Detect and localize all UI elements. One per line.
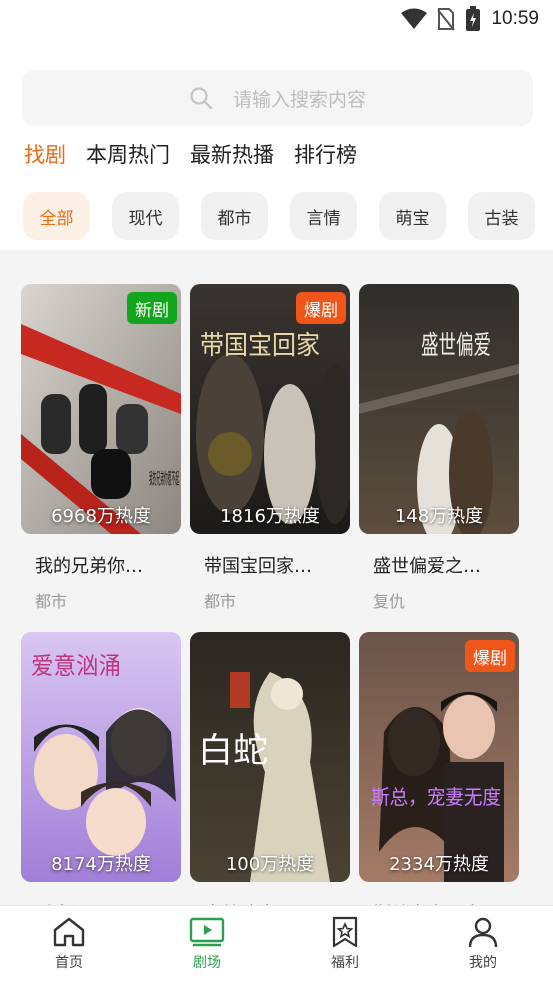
header: 10:59 请输入搜索内容 找剧 本周热门 最新热播 排行榜 全部 现代 都市 … bbox=[0, 0, 553, 250]
drama-poster[interactable]: 白蛇 100万热度 bbox=[190, 632, 350, 882]
drama-poster[interactable]: 爱意汹涌 8174万热度 bbox=[21, 632, 181, 882]
poster-title-text: 带国宝回家 bbox=[200, 331, 320, 361]
poster-title-text: 白蛇 bbox=[198, 731, 268, 771]
heat-count: 148万热度 bbox=[394, 506, 484, 527]
drama-card[interactable]: 斯总，宠妻无度 爆剧 2334万热度 斯总宠妻无度 bbox=[359, 632, 519, 926]
category-urban[interactable]: 都市 bbox=[201, 192, 268, 240]
category-modern[interactable]: 现代 bbox=[112, 192, 179, 240]
poster-title-text: 斯总，宠妻无度 bbox=[371, 785, 501, 809]
search-input[interactable]: 请输入搜索内容 bbox=[22, 70, 533, 126]
tab-weekly-hot[interactable]: 本周热门 bbox=[86, 140, 170, 170]
status-time: 10:59 bbox=[491, 8, 539, 29]
drama-poster[interactable]: 带国宝回家 爆剧 1816万热度 bbox=[190, 284, 350, 534]
heat-count: 100万热度 bbox=[225, 854, 315, 875]
category-romance[interactable]: 言情 bbox=[290, 192, 357, 240]
drama-genre: 都市 bbox=[204, 592, 237, 611]
category-all[interactable]: 全部 bbox=[23, 192, 90, 240]
nav-label: 剧场 bbox=[193, 955, 221, 971]
hot-badge: 爆剧 bbox=[296, 292, 346, 324]
home-icon bbox=[53, 917, 85, 947]
drama-card[interactable]: 带国宝回家 爆剧 1816万热度 带国宝回家… 都市 bbox=[190, 284, 350, 612]
nav-profile[interactable]: 我的 bbox=[414, 906, 552, 983]
poster-image: 白蛇 bbox=[190, 632, 350, 882]
nav-label: 首页 bbox=[55, 955, 83, 971]
tab-ranking[interactable]: 排行榜 bbox=[294, 140, 357, 170]
nav-home[interactable]: 首页 bbox=[0, 906, 138, 983]
tv-play-icon bbox=[189, 917, 225, 947]
nav-theater[interactable]: 剧场 bbox=[138, 906, 276, 983]
poster-title-text: 盛世偏爱 bbox=[421, 331, 491, 361]
drama-title[interactable]: 我的兄弟你… bbox=[35, 552, 181, 578]
heat-count: 6968万热度 bbox=[51, 506, 151, 527]
drama-poster[interactable]: 斯总，宠妻无度 爆剧 2334万热度 bbox=[359, 632, 519, 882]
nav-benefits[interactable]: 福利 bbox=[276, 906, 414, 983]
drama-poster[interactable]: 盛世偏爱 148万热度 bbox=[359, 284, 519, 534]
drama-genre: 都市 bbox=[35, 592, 68, 611]
new-badge: 新剧 bbox=[127, 292, 177, 324]
tab-latest-hot[interactable]: 最新热播 bbox=[190, 140, 274, 170]
nav-label: 福利 bbox=[331, 955, 359, 971]
tab-find-drama[interactable]: 找剧 bbox=[24, 140, 66, 170]
poster-title-text: 我的兄弟你惹不起 bbox=[149, 469, 179, 488]
poster-image: 盛世偏爱 bbox=[359, 284, 519, 534]
heat-count: 1816万热度 bbox=[220, 506, 320, 527]
drama-card[interactable]: 盛世偏爱 148万热度 盛世偏爱之… 复仇 bbox=[359, 284, 519, 612]
category-filter: 全部 现代 都市 言情 萌宝 古装 bbox=[23, 192, 535, 240]
bottom-nav: 首页 剧场 福利 我的 bbox=[0, 905, 553, 983]
drama-genre: 复仇 bbox=[373, 592, 406, 611]
poster-title-text: 爱意汹涌 bbox=[31, 652, 121, 680]
drama-card[interactable]: 白蛇 100万热度 白蛇渡生 bbox=[190, 632, 350, 926]
category-cute-baby[interactable]: 萌宝 bbox=[379, 192, 446, 240]
drama-card[interactable]: 爱意汹涌 8174万热度 爱意汹涌 bbox=[21, 632, 181, 926]
drama-title[interactable]: 盛世偏爱之… bbox=[373, 552, 519, 578]
battery-charging-icon bbox=[466, 6, 481, 31]
drama-card[interactable]: 我的兄弟你惹不起 新剧 6968万热度 我的兄弟你… 都市 bbox=[21, 284, 181, 612]
heat-count: 8174万热度 bbox=[51, 854, 151, 875]
heat-count: 2334万热度 bbox=[389, 854, 489, 875]
wifi-icon bbox=[401, 8, 428, 29]
drama-title[interactable]: 带国宝回家… bbox=[204, 552, 350, 578]
tab-bar: 找剧 本周热门 最新热播 排行榜 bbox=[24, 140, 377, 170]
search-icon bbox=[190, 87, 213, 110]
hot-badge: 爆剧 bbox=[465, 640, 515, 672]
search-placeholder: 请输入搜索内容 bbox=[232, 88, 366, 111]
drama-poster[interactable]: 我的兄弟你惹不起 新剧 6968万热度 bbox=[21, 284, 181, 534]
star-bookmark-icon bbox=[332, 916, 358, 948]
no-sim-icon bbox=[437, 8, 456, 31]
category-costume[interactable]: 古装 bbox=[468, 192, 535, 240]
user-icon bbox=[468, 917, 498, 948]
poster-image: 爱意汹涌 bbox=[21, 632, 181, 882]
nav-label: 我的 bbox=[469, 955, 497, 971]
status-bar: 10:59 bbox=[0, 0, 553, 40]
